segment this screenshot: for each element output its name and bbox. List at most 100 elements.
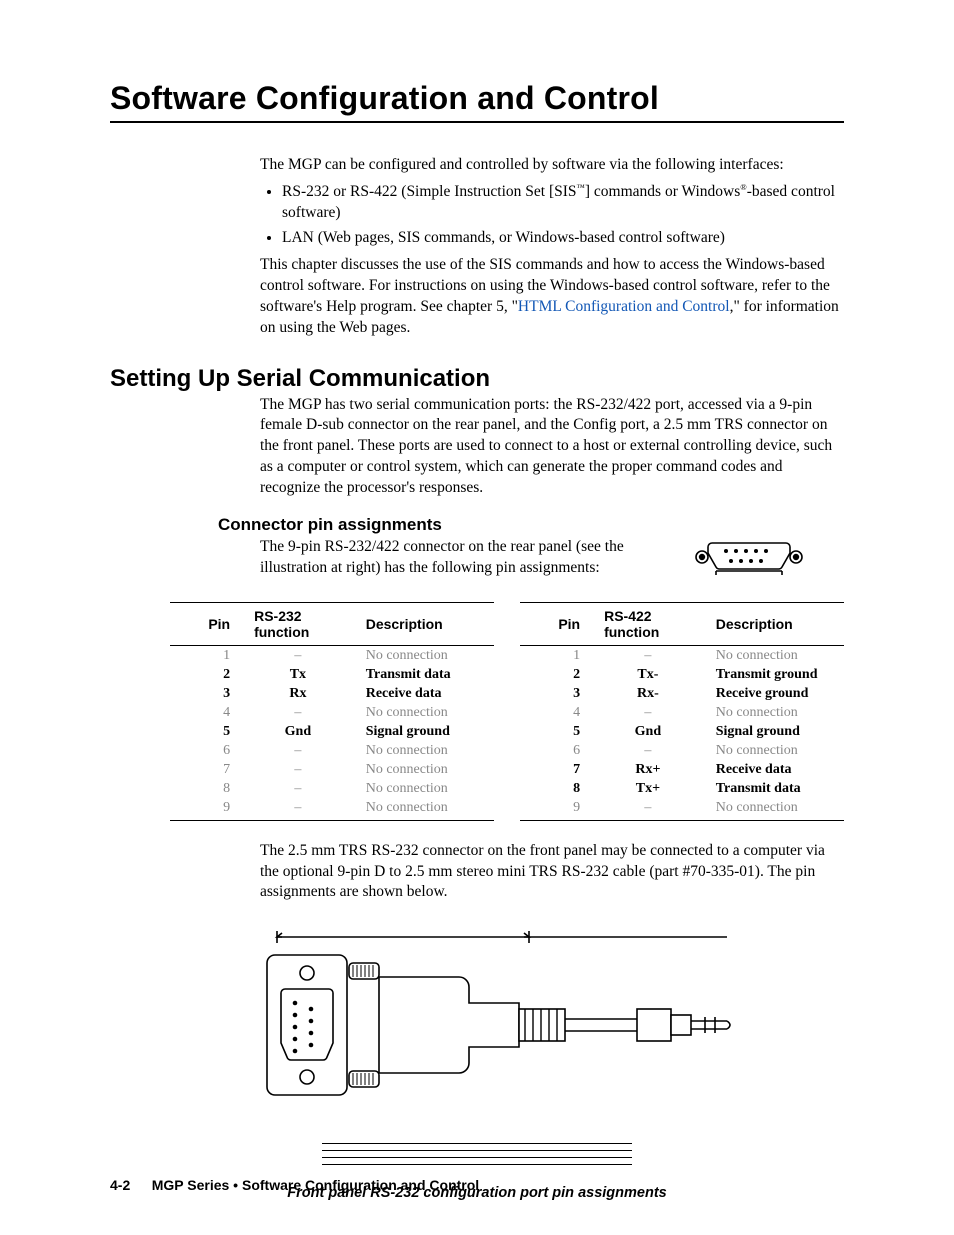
cell-function: Tx+ — [594, 779, 706, 798]
cell-pin: 9 — [520, 798, 594, 820]
table-rs232: Pin RS-232 function Description 1–No con… — [170, 602, 494, 821]
cell-pin: 1 — [170, 646, 244, 666]
intro-lead: The MGP can be configured and controlled… — [260, 155, 844, 176]
table-row: 2TxTransmit data — [170, 665, 494, 684]
chapter-title: Software Configuration and Control — [110, 80, 844, 117]
th-desc: Description — [356, 603, 494, 646]
th-func: RS-422 function — [594, 603, 706, 646]
cell-pin: 7 — [520, 760, 594, 779]
cell-description: Receive data — [706, 760, 844, 779]
table-row: 2Tx-Transmit ground — [520, 665, 844, 684]
cell-description: Signal ground — [706, 722, 844, 741]
th-pin: Pin — [170, 603, 244, 646]
cell-description: Transmit data — [706, 779, 844, 798]
cell-pin: 6 — [520, 741, 594, 760]
table-row: 3RxReceive data — [170, 684, 494, 703]
xref-html-config[interactable]: HTML Configuration and Control — [518, 298, 730, 315]
trs-para: The 2.5 mm TRS RS-232 connector on the f… — [260, 841, 844, 904]
cell-description: No connection — [356, 741, 494, 760]
cell-function: – — [244, 741, 356, 760]
pin-tables: Pin RS-232 function Description 1–No con… — [170, 602, 844, 821]
cell-pin: 1 — [520, 646, 594, 666]
cell-function: Tx- — [594, 665, 706, 684]
table-row: 3Rx-Receive ground — [520, 684, 844, 703]
intro-block: The MGP can be configured and controlled… — [260, 155, 844, 339]
table-rs422: Pin RS-422 function Description 1–No con… — [520, 602, 844, 821]
page: Software Configuration and Control The M… — [0, 0, 954, 1235]
cell-pin: 2 — [170, 665, 244, 684]
figure-rule — [322, 1164, 632, 1165]
cell-pin: 8 — [170, 779, 244, 798]
table-row: 6–No connection — [170, 741, 494, 760]
cell-pin: 8 — [520, 779, 594, 798]
table-row: 9–No connection — [520, 798, 844, 820]
cell-function: Rx — [244, 684, 356, 703]
cell-function: Rx- — [594, 684, 706, 703]
heading-connector-pin: Connector pin assignments — [218, 515, 844, 535]
cell-function: Gnd — [244, 722, 356, 741]
cell-pin: 5 — [520, 722, 594, 741]
cell-function: – — [594, 798, 706, 820]
figure-rule — [322, 1150, 632, 1151]
cell-function: Gnd — [594, 722, 706, 741]
cell-function: Tx — [244, 665, 356, 684]
cell-description: Signal ground — [356, 722, 494, 741]
pin-note-row: The 9-pin RS-232/422 connector on the re… — [260, 537, 844, 584]
cell-pin: 2 — [520, 665, 594, 684]
cell-description: No connection — [356, 760, 494, 779]
cell-description: No connection — [356, 703, 494, 722]
pin-note-text: The 9-pin RS-232/422 connector on the re… — [260, 537, 670, 579]
cell-function: – — [594, 703, 706, 722]
cell-pin: 5 — [170, 722, 244, 741]
table-row: 6–No connection — [520, 741, 844, 760]
table-row: 4–No connection — [170, 703, 494, 722]
cell-function: Rx+ — [594, 760, 706, 779]
cell-function: – — [244, 760, 356, 779]
cell-description: No connection — [706, 741, 844, 760]
intro-bullet-1: RS-232 or RS-422 (Simple Instruction Set… — [282, 182, 844, 224]
title-rule — [110, 121, 844, 123]
figure-rule-group — [322, 1137, 632, 1171]
figure-rule — [322, 1143, 632, 1144]
th-func: RS-232 function — [244, 603, 356, 646]
page-number: 4-2 — [110, 1177, 130, 1193]
cell-description: No connection — [706, 646, 844, 666]
cell-function: – — [594, 741, 706, 760]
section1-para: The MGP has two serial communication por… — [260, 395, 844, 500]
cell-description: No connection — [706, 798, 844, 820]
table-row: 5GndSignal ground — [170, 722, 494, 741]
trs-cable-illustration-icon — [207, 925, 747, 1115]
table-row: 9–No connection — [170, 798, 494, 820]
cell-function: – — [244, 779, 356, 798]
cell-pin: 7 — [170, 760, 244, 779]
intro-bullet-2: LAN (Web pages, SIS commands, or Windows… — [282, 228, 844, 249]
cell-description: Transmit data — [356, 665, 494, 684]
cell-pin: 4 — [520, 703, 594, 722]
cell-description: No connection — [706, 703, 844, 722]
cell-function: – — [244, 798, 356, 820]
db9-connector-icon — [694, 535, 804, 584]
heading-setting-up-serial: Setting Up Serial Communication — [110, 365, 844, 393]
table-row: 8–No connection — [170, 779, 494, 798]
figure-rule — [322, 1157, 632, 1158]
cell-pin: 6 — [170, 741, 244, 760]
cell-function: – — [244, 703, 356, 722]
table-row: 7Rx+Receive data — [520, 760, 844, 779]
cell-pin: 3 — [520, 684, 594, 703]
cell-description: Transmit ground — [706, 665, 844, 684]
cell-function: – — [244, 646, 356, 666]
table-row: 5GndSignal ground — [520, 722, 844, 741]
table-row: 4–No connection — [520, 703, 844, 722]
intro-bullets: RS-232 or RS-422 (Simple Instruction Set… — [282, 182, 844, 249]
trs-para-block: The 2.5 mm TRS RS-232 connector on the f… — [260, 841, 844, 904]
th-pin: Pin — [520, 603, 594, 646]
table-row: 7–No connection — [170, 760, 494, 779]
table-row: 1–No connection — [170, 646, 494, 666]
cell-pin: 3 — [170, 684, 244, 703]
th-desc: Description — [706, 603, 844, 646]
cell-description: No connection — [356, 779, 494, 798]
cell-function: – — [594, 646, 706, 666]
figure-trs-cable: Front panel RS-232 configuration port pi… — [110, 925, 844, 1201]
page-footer: 4-2 MGP Series • Software Configuration … — [110, 1177, 479, 1195]
cell-description: Receive ground — [706, 684, 844, 703]
